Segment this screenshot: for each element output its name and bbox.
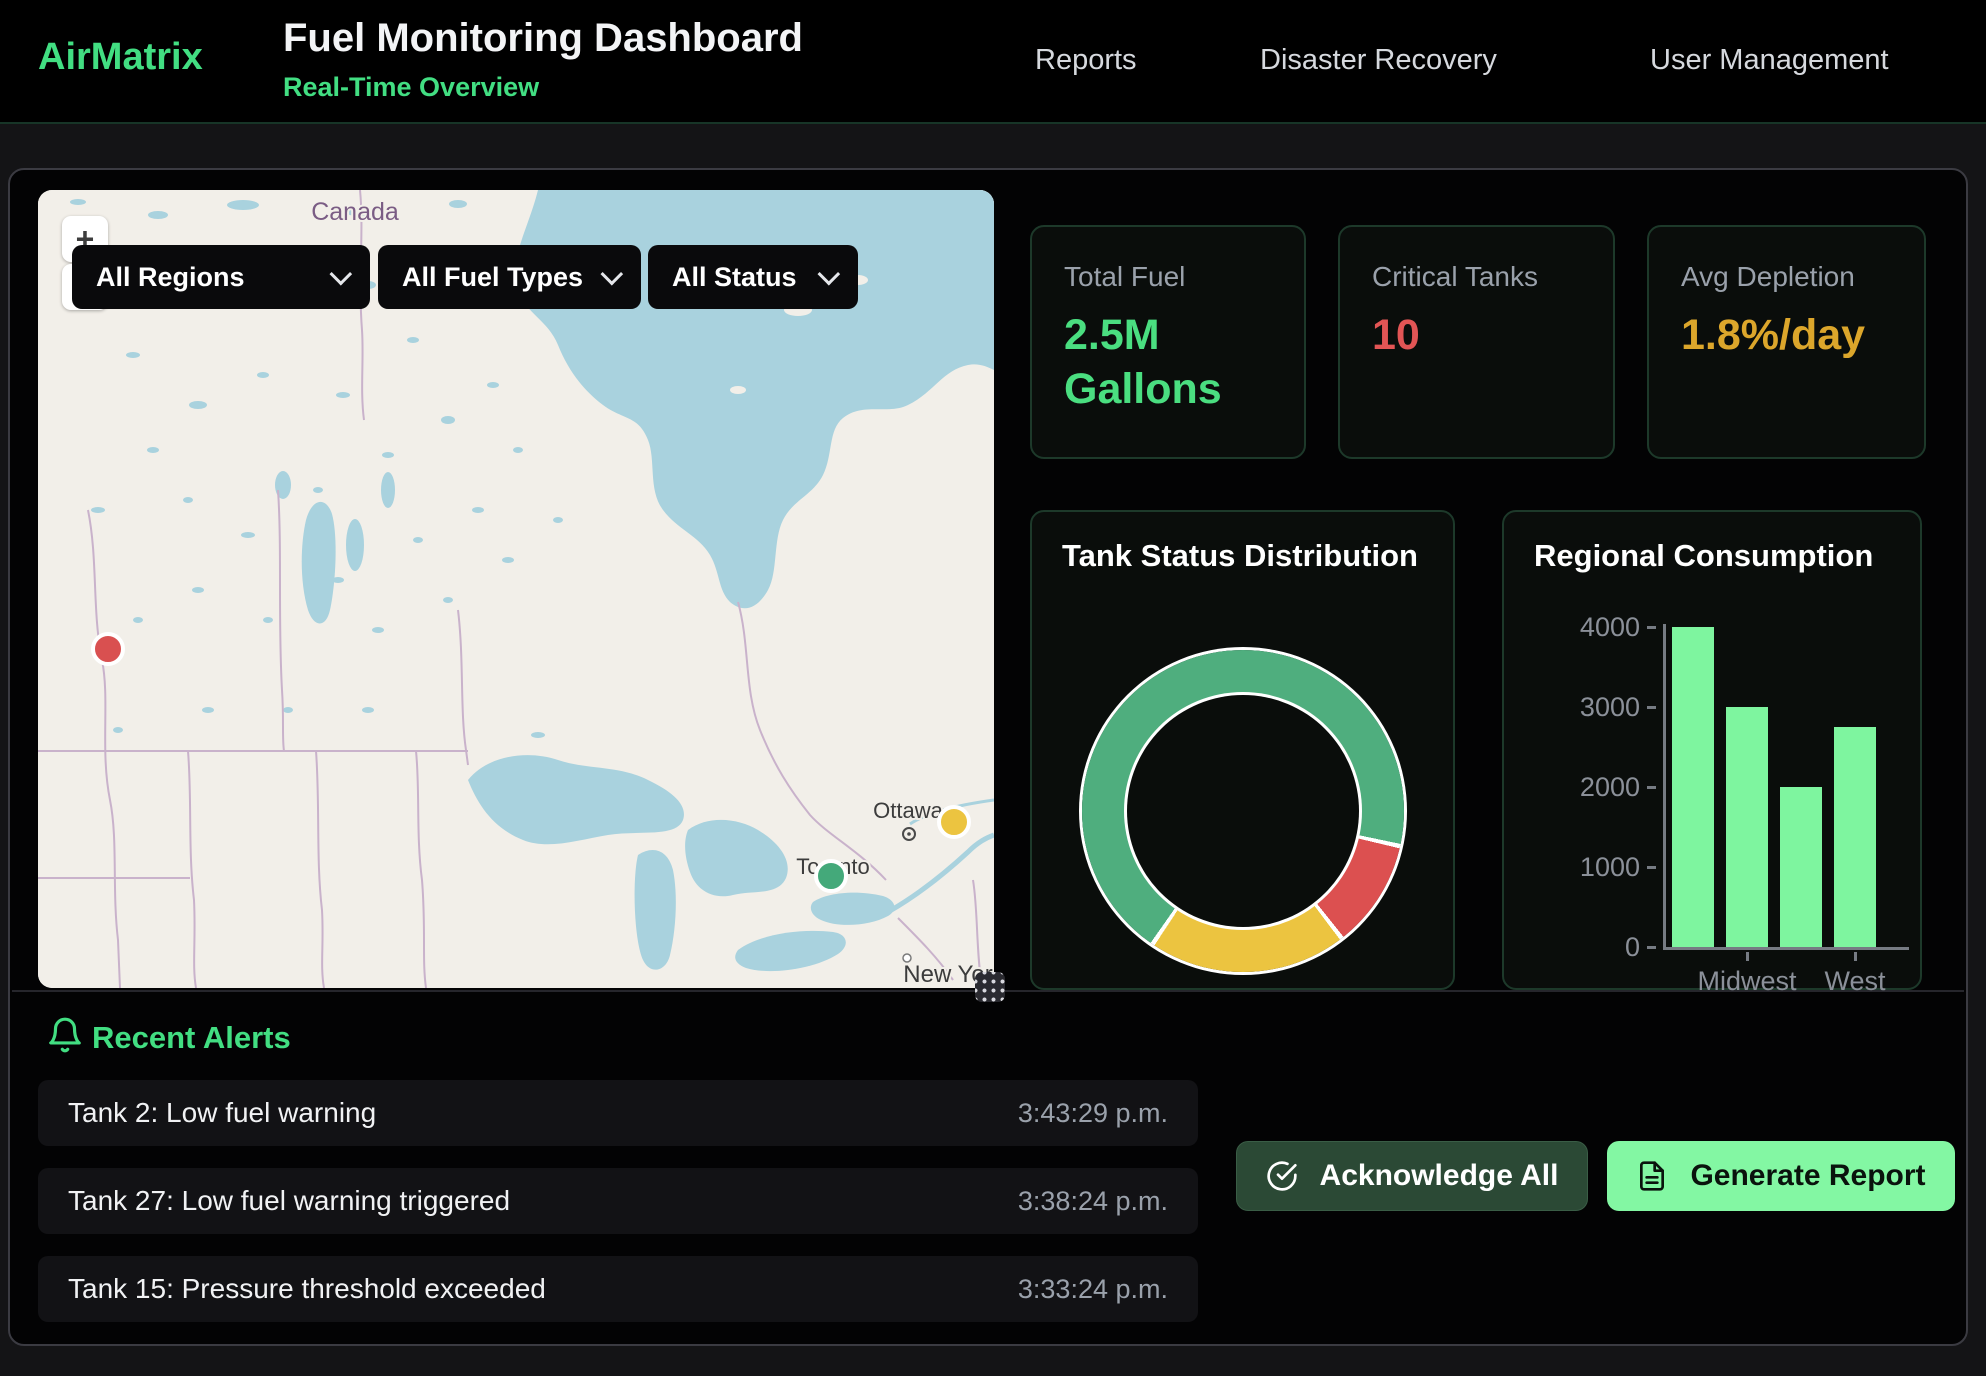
stat-label: Avg Depletion xyxy=(1681,261,1892,293)
bar-2 xyxy=(1780,787,1822,947)
bar-yaxis-labels: 01000200030004000 xyxy=(1544,627,1656,947)
bar-chart-x-axis xyxy=(1663,947,1909,950)
page-subtitle: Real-Time Overview xyxy=(283,72,539,103)
header: AirMatrix Fuel Monitoring Dashboard Real… xyxy=(0,0,1986,124)
chevron-down-icon xyxy=(601,263,624,286)
alerts-section-title: Recent Alerts xyxy=(92,1020,291,1056)
bar-series xyxy=(1665,627,1905,947)
region-filter-value: All Regions xyxy=(96,262,245,293)
chevron-down-icon xyxy=(330,263,353,286)
y-tick-label: 4000 xyxy=(1544,612,1640,643)
alert-row: Tank 2: Low fuel warning 3:43:29 p.m. xyxy=(38,1080,1198,1146)
bar-0 xyxy=(1672,627,1714,947)
acknowledge-all-button[interactable]: Acknowledge All xyxy=(1236,1141,1588,1211)
nav-item-disaster-recovery[interactable]: Disaster Recovery xyxy=(1260,44,1497,77)
y-tick-mark xyxy=(1647,706,1656,709)
fuel-monitoring-dashboard: AirMatrix Fuel Monitoring Dashboard Real… xyxy=(0,0,1986,1376)
chart-title: Tank Status Distribution xyxy=(1062,538,1418,574)
check-circle-icon xyxy=(1266,1160,1298,1192)
map-label-canada: Canada xyxy=(311,198,399,226)
generate-report-label: Generate Report xyxy=(1690,1159,1925,1193)
alert-message: Tank 27: Low fuel warning triggered xyxy=(68,1185,510,1217)
map-canvas: Canada Ottawa Toronto New York xyxy=(38,190,994,988)
page-title: Fuel Monitoring Dashboard xyxy=(283,16,803,61)
file-text-icon xyxy=(1636,1160,1668,1192)
status-filter-value: All Status xyxy=(672,262,797,293)
status-filter-select[interactable]: All Status xyxy=(648,245,858,309)
fuel-type-filter-select[interactable]: All Fuel Types xyxy=(378,245,641,309)
stat-value: 1.8%/day xyxy=(1681,309,1866,363)
stat-value: 10 xyxy=(1372,309,1557,363)
donut-chart xyxy=(1082,650,1404,972)
stat-label: Critical Tanks xyxy=(1372,261,1581,293)
y-tick-label: 2000 xyxy=(1544,772,1640,803)
tank-status-chart-card: Tank Status Distribution xyxy=(1030,510,1455,990)
generate-report-button[interactable]: Generate Report xyxy=(1607,1141,1955,1211)
bar-xaxis-labels: MidwestWest xyxy=(1665,952,1909,1012)
tank-marker-warning[interactable] xyxy=(939,807,969,837)
y-tick-label: 1000 xyxy=(1544,852,1640,883)
alert-message: Tank 15: Pressure threshold exceeded xyxy=(68,1273,546,1305)
x-tick-mark xyxy=(1746,952,1749,961)
stat-value: 2.5M Gallons xyxy=(1064,309,1249,417)
y-tick-label: 3000 xyxy=(1544,692,1640,723)
y-tick-label: 0 xyxy=(1544,932,1640,963)
y-tick-mark xyxy=(1647,626,1656,629)
brand-logo: AirMatrix xyxy=(38,36,203,79)
bell-icon xyxy=(46,1014,84,1056)
stat-card-total-fuel: Total Fuel 2.5M Gallons xyxy=(1030,225,1306,459)
chart-title: Regional Consumption xyxy=(1534,538,1873,574)
tank-marker-normal[interactable] xyxy=(816,861,846,891)
alert-row: Tank 27: Low fuel warning triggered 3:38… xyxy=(38,1168,1198,1234)
y-tick-mark xyxy=(1647,946,1656,949)
map-label-ottawa: Ottawa xyxy=(873,798,943,823)
stat-label: Total Fuel xyxy=(1064,261,1272,293)
fuel-type-filter-value: All Fuel Types xyxy=(402,262,583,293)
bar-3 xyxy=(1834,727,1876,947)
regional-consumption-chart-card: Regional Consumption 01000200030004000 M… xyxy=(1502,510,1922,990)
alert-timestamp: 3:38:24 p.m. xyxy=(1018,1186,1168,1217)
stat-card-avg-depletion: Avg Depletion 1.8%/day xyxy=(1647,225,1926,459)
x-tick-label: West xyxy=(1785,966,1925,997)
nav-item-reports[interactable]: Reports xyxy=(1035,44,1137,77)
y-tick-mark xyxy=(1647,786,1656,789)
alert-timestamp: 3:33:24 p.m. xyxy=(1018,1274,1168,1305)
nav-item-user-management[interactable]: User Management xyxy=(1650,44,1889,77)
alert-timestamp: 3:43:29 p.m. xyxy=(1018,1098,1168,1129)
map-resize-handle[interactable] xyxy=(975,972,1005,1002)
acknowledge-all-label: Acknowledge All xyxy=(1320,1159,1559,1193)
tank-marker-critical[interactable] xyxy=(93,634,123,664)
bar-1 xyxy=(1726,707,1768,947)
alert-message: Tank 2: Low fuel warning xyxy=(68,1097,376,1129)
x-tick-mark xyxy=(1854,952,1857,961)
y-tick-mark xyxy=(1647,866,1656,869)
tank-map[interactable]: Canada Ottawa Toronto New York xyxy=(38,190,994,988)
alert-row: Tank 15: Pressure threshold exceeded 3:3… xyxy=(38,1256,1198,1322)
stat-card-critical-tanks: Critical Tanks 10 xyxy=(1338,225,1615,459)
region-filter-select[interactable]: All Regions xyxy=(72,245,370,309)
chevron-down-icon xyxy=(818,263,841,286)
